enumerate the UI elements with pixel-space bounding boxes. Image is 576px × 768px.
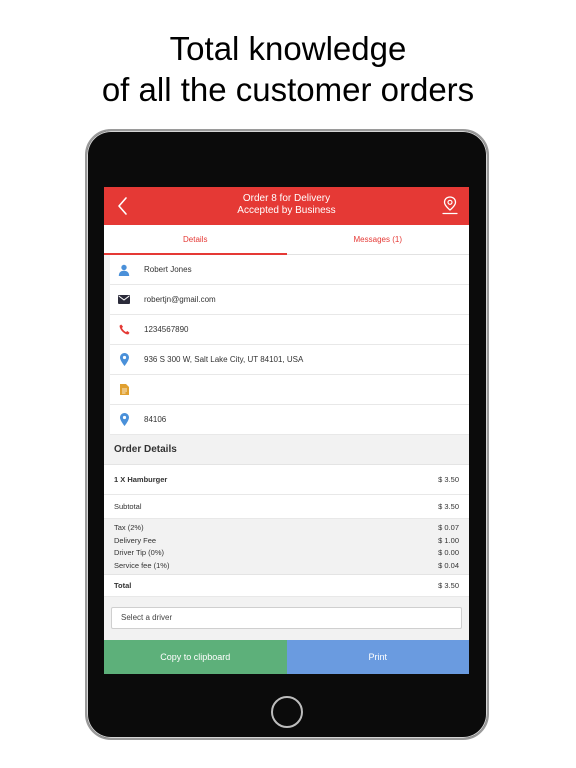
- fee-label: Service fee (1%): [114, 560, 170, 570]
- customer-address-row: 936 S 300 W, Salt Lake City, UT 84101, U…: [110, 345, 469, 375]
- customer-phone-row: 1234567890: [110, 315, 469, 345]
- fee-value: $ 1.00: [438, 535, 459, 545]
- fee-row-tax: Tax (2%) $ 0.07: [114, 522, 459, 535]
- copy-to-clipboard-button[interactable]: Copy to clipboard: [104, 640, 287, 674]
- map-pin-icon[interactable]: [441, 195, 459, 215]
- app-screen: Order 8 for Delivery Accepted by Busines…: [104, 187, 469, 674]
- fee-value: $ 0.07: [438, 523, 459, 532]
- customer-zip-row: 84106: [110, 405, 469, 435]
- order-title: Order 8 for Delivery: [242, 193, 331, 204]
- fee-label: Driver Tip (0%): [114, 548, 165, 557]
- home-button: [271, 696, 303, 728]
- customer-email-row: robertjn@gmail.com: [110, 285, 469, 315]
- phone-icon: [110, 324, 138, 335]
- action-bar: Copy to clipboard Print: [104, 640, 469, 674]
- subtotal-label: Subtotal: [114, 502, 142, 511]
- headline-line-1: Total knowledge: [169, 30, 407, 67]
- fee-row-delivery: Delivery Fee $ 1.00: [114, 535, 459, 548]
- note-icon: [110, 384, 138, 395]
- location-pin-icon: [110, 353, 138, 366]
- customer-name-row: Robert Jones: [110, 255, 469, 285]
- nav-bar: Order 8 for Delivery Accepted by Busines…: [104, 187, 469, 225]
- fee-row-driver-tip: Driver Tip (0%) $ 0.00: [114, 547, 459, 560]
- subtotal-row: Subtotal $ 3.50: [104, 495, 469, 519]
- fee-row-service: Service fee (1%) $ 0.04: [114, 560, 459, 573]
- total-value: $ 3.50: [438, 581, 459, 590]
- customer-name: Robert Jones: [144, 265, 192, 274]
- tab-messages[interactable]: Messages (1): [287, 225, 470, 254]
- location-pin-icon: [110, 413, 138, 426]
- order-details-header: Order Details: [104, 435, 469, 465]
- mail-icon: [110, 295, 138, 304]
- subtotal-value: $ 3.50: [438, 502, 459, 511]
- customer-email[interactable]: robertjn@gmail.com: [138, 295, 216, 304]
- print-button[interactable]: Print: [286, 640, 469, 674]
- order-item-price: $ 3.50: [438, 475, 459, 484]
- promo-headline: Total knowledge of all the customer orde…: [0, 28, 576, 110]
- total-label: Total: [114, 581, 132, 590]
- order-item-label: 1 X Hamburger: [114, 475, 168, 484]
- fee-value: $ 0.04: [438, 560, 459, 570]
- tab-bar: Details Messages (1): [104, 225, 469, 255]
- fee-label: Delivery Fee: [114, 535, 157, 545]
- fee-label: Tax (2%): [114, 523, 144, 532]
- tab-details[interactable]: Details: [104, 225, 287, 255]
- chevron-left-icon[interactable]: [113, 195, 133, 217]
- customer-phone[interactable]: 1234567890: [138, 325, 189, 334]
- fee-value: $ 0.00: [438, 548, 459, 557]
- customer-zip: 84106: [144, 415, 167, 424]
- order-status: Accepted by Business: [237, 205, 336, 216]
- order-item-row: 1 X Hamburger $ 3.50: [104, 465, 469, 495]
- driver-select[interactable]: Select a driver: [111, 607, 462, 629]
- headline-line-2: of all the customer orders: [101, 71, 475, 108]
- fees-block: Tax (2%) $ 0.07 Delivery Fee $ 1.00 Driv…: [104, 519, 469, 575]
- driver-select-wrap: Select a driver: [104, 597, 469, 635]
- total-row: Total $ 3.50: [104, 575, 469, 597]
- person-icon: [110, 264, 138, 276]
- nav-title: Order 8 for Delivery Accepted by Busines…: [164, 193, 409, 217]
- customer-notes-row: [110, 375, 469, 405]
- customer-address[interactable]: 936 S 300 W, Salt Lake City, UT 84101, U…: [138, 355, 303, 364]
